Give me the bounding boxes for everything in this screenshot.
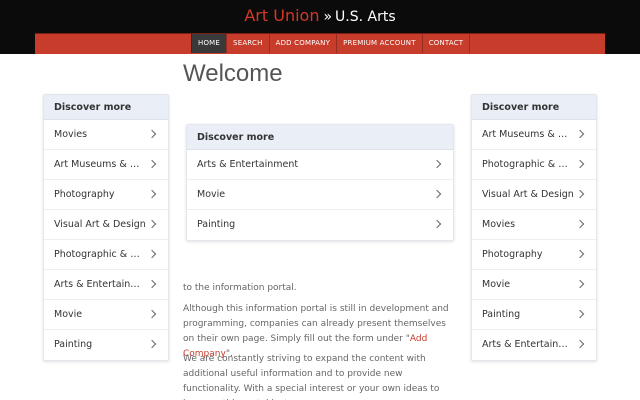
discover-more-card-right: Discover more Art Museums & Galleries Pho…: [471, 94, 597, 361]
list-item[interactable]: Photography: [44, 180, 168, 210]
list-item-label: Arts & Entertainment: [482, 339, 584, 350]
nav-item-contact[interactable]: CONTACT: [421, 34, 471, 53]
list-item[interactable]: Arts & Entertainment: [472, 330, 596, 360]
list-item[interactable]: Movie: [44, 300, 168, 330]
list-item-label: Movies: [482, 219, 516, 230]
main-nav: HOME SEARCH ADD COMPANY PREMIUM ACCOUNT …: [191, 34, 471, 53]
list-item-label: Arts & Entertainment: [54, 279, 156, 290]
chevron-right-icon: [575, 249, 585, 259]
brand-name[interactable]: Art Union: [244, 6, 319, 25]
nav-item-search[interactable]: SEARCH: [226, 34, 269, 53]
chevron-right-icon: [432, 189, 442, 199]
chevron-right-icon: [575, 189, 585, 199]
paragraph-text: Although this information portal is stil…: [183, 304, 449, 344]
list-item[interactable]: Painting: [44, 330, 168, 360]
chevron-right-icon: [147, 189, 157, 199]
list-item-label: Visual Art & Design: [482, 189, 574, 200]
intro-text: to the information portal.: [183, 283, 297, 293]
list-item[interactable]: Painting: [472, 300, 596, 330]
chevron-right-icon: [147, 339, 157, 349]
discover-more-card-center: Discover more Arts & Entertainment Movie P…: [186, 124, 454, 241]
list-item[interactable]: Painting: [187, 210, 453, 240]
list-item[interactable]: Movies: [472, 210, 596, 240]
list-item-label: Visual Art & Design: [54, 219, 146, 230]
list-item[interactable]: Photography: [472, 240, 596, 270]
nav-item-add-company[interactable]: ADD COMPANY: [268, 34, 337, 53]
card-title: Discover more: [187, 125, 453, 150]
page-title: Welcome: [183, 60, 283, 87]
nav-item-home[interactable]: HOME: [191, 34, 227, 53]
nav-item-premium-account[interactable]: PREMIUM ACCOUNT: [336, 34, 422, 53]
list-item-label: Painting: [197, 219, 236, 230]
list-item[interactable]: Photographic & Digital Arts: [44, 240, 168, 270]
list-item-label: Movie: [197, 189, 226, 200]
list-item[interactable]: Photographic & Digital Arts: [472, 150, 596, 180]
discover-more-card-left: Discover more Movies Art Museums & Galler…: [43, 94, 169, 361]
card-title: Discover more: [472, 95, 596, 120]
chevron-right-icon: [147, 219, 157, 229]
breadcrumb-separator-icon: »: [323, 9, 333, 25]
chevron-right-icon: [575, 279, 585, 289]
list-item[interactable]: Arts & Entertainment: [187, 150, 453, 180]
chevron-right-icon: [147, 129, 157, 139]
list-item-label: Arts & Entertainment: [197, 159, 299, 170]
chevron-right-icon: [575, 219, 585, 229]
list-item-label: Movie: [482, 279, 511, 290]
brand-region[interactable]: U.S. Arts: [335, 9, 396, 25]
list-item-label: Movie: [54, 309, 83, 320]
site-brand[interactable]: Art Union» U.S. Arts: [0, 0, 640, 32]
chevron-right-icon: [432, 159, 442, 169]
list-item-label: Photography: [482, 249, 543, 260]
chevron-right-icon: [147, 309, 157, 319]
list-item[interactable]: Movie: [187, 180, 453, 210]
chevron-right-icon: [575, 309, 585, 319]
chevron-right-icon: [432, 219, 442, 229]
list-item[interactable]: Art Museums & Galleries: [44, 150, 168, 180]
list-item[interactable]: Movies: [44, 120, 168, 150]
list-item[interactable]: Art Museums & Galleries: [472, 120, 596, 150]
list-item[interactable]: Visual Art & Design: [472, 180, 596, 210]
list-item-label: Photography: [54, 189, 115, 200]
list-item-label: Painting: [482, 309, 521, 320]
list-item-label: Movies: [54, 129, 88, 140]
body-paragraph-2: We are constantly striving to expand the…: [183, 354, 440, 400]
card-title: Discover more: [44, 95, 168, 120]
list-item[interactable]: Arts & Entertainment: [44, 270, 168, 300]
list-item[interactable]: Visual Art & Design: [44, 210, 168, 240]
list-item-label: Painting: [54, 339, 93, 350]
list-item[interactable]: Movie: [472, 270, 596, 300]
